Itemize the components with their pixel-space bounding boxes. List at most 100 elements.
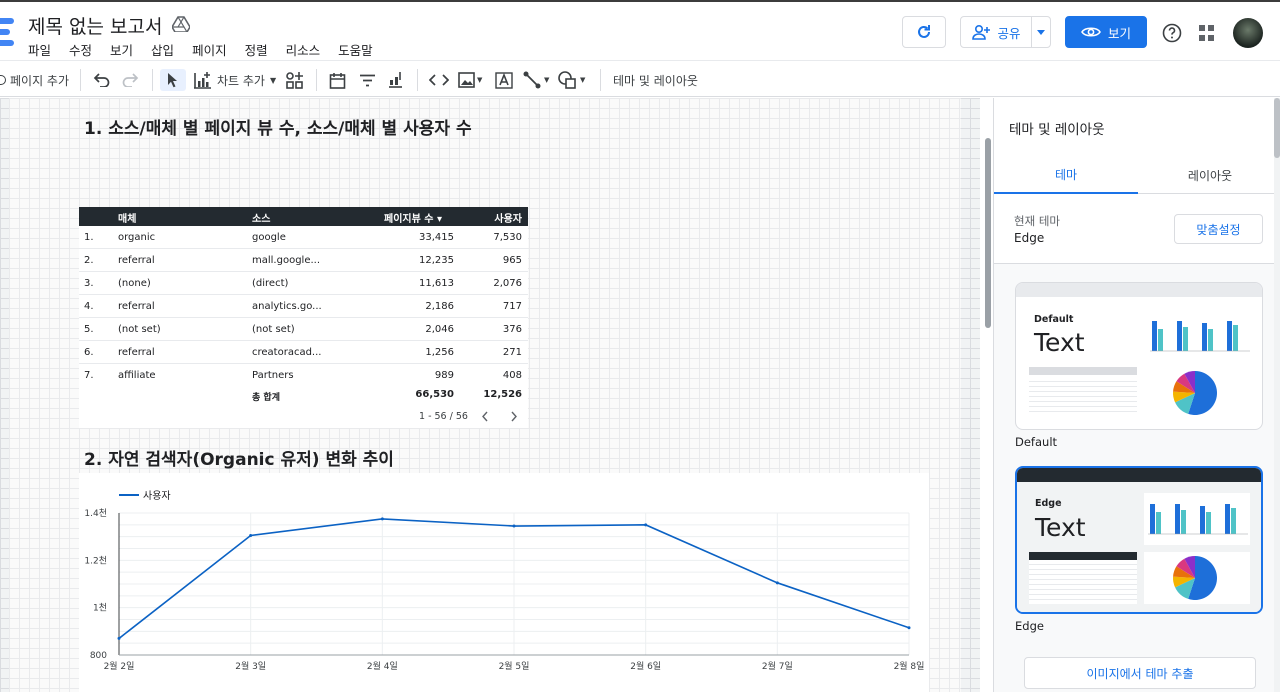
x-tick-label: 2월 6일 <box>630 660 661 672</box>
table-row[interactable]: 3. (none) (direct) 11,613 2,076 <box>79 272 528 295</box>
row-pageviews: 2,186 <box>425 301 454 312</box>
section-2-title[interactable]: 2. 자연 검색자(Organic 유저) 변화 추이 <box>84 445 394 470</box>
row-users: 7,530 <box>493 232 522 243</box>
refresh-button[interactable] <box>902 16 946 48</box>
sample-bar <box>1200 506 1205 534</box>
sample-bar <box>1183 327 1188 351</box>
table-row[interactable]: 4. referral analytics.go... 2,186 717 <box>79 295 528 318</box>
sample-table-rows <box>1029 377 1137 413</box>
menu-edit[interactable]: 수정 <box>69 40 92 59</box>
data-control-button[interactable] <box>387 69 404 91</box>
share-button[interactable]: 공유 <box>960 16 1032 48</box>
row-source: mall.google... <box>252 255 321 266</box>
col-pageviews[interactable]: 페이지뷰 수 ▾ <box>384 210 442 225</box>
data-point[interactable] <box>249 533 253 537</box>
select-tool-button[interactable] <box>160 69 186 91</box>
extract-theme-from-image-button[interactable]: 이미지에서 테마 추출 <box>1024 657 1256 689</box>
col-source[interactable]: 소스 <box>252 210 270 225</box>
add-chart-button[interactable]: 차트 추가 ▼ <box>193 69 276 91</box>
y-tick-label: 1.4천 <box>84 508 107 519</box>
tab-theme[interactable]: 테마 <box>994 156 1138 194</box>
add-control-button[interactable] <box>285 69 304 91</box>
y-tick-label: 1천 <box>93 603 107 614</box>
table-row[interactable]: 7. affiliate Partners 989 408 <box>79 364 528 387</box>
organic-users-line-chart[interactable]: 800 1천 1.2천 1.4천 2월 2일 2월 3일 2월 4일 2월 5일 2월 6일 2월… <box>79 473 929 692</box>
row-source: google <box>252 232 286 243</box>
image-button[interactable]: ▼ <box>458 69 482 91</box>
col-medium[interactable]: 매체 <box>118 210 136 225</box>
add-page-button[interactable]: 페이지 추가 <box>0 69 69 91</box>
date-range-button[interactable] <box>329 69 346 91</box>
sample-bar <box>1227 321 1232 351</box>
theme-sample-text: Text <box>1035 513 1086 542</box>
row-medium: referral <box>118 255 155 266</box>
next-page-icon[interactable] <box>510 411 518 422</box>
data-point[interactable] <box>117 636 121 640</box>
table-row[interactable]: 1. organic google 33,415 7,530 <box>79 226 528 249</box>
sample-bar-chart-icon <box>1150 321 1250 352</box>
theme-card-edge[interactable]: Edge Text <box>1015 466 1263 614</box>
share-dropdown-button[interactable] <box>1031 16 1051 48</box>
panel-scrollbar[interactable] <box>1274 98 1280 692</box>
theme-list: Default Text Default Edge Text Edge <box>994 263 1280 692</box>
x-tick-label: 2월 7일 <box>762 660 793 672</box>
section-1-title[interactable]: 1. 소스/매체 별 페이지 뷰 수, 소스/매체 별 사용자 수 <box>84 114 472 139</box>
embed-url-button[interactable] <box>429 69 449 91</box>
undo-button[interactable] <box>93 69 111 91</box>
table-row[interactable]: 6. referral creatoracad... 1,256 271 <box>79 341 528 364</box>
customize-button[interactable]: 맞춤설정 <box>1174 214 1263 244</box>
row-medium: referral <box>118 347 155 358</box>
drive-icon[interactable] <box>172 16 190 32</box>
add-chart-icon <box>194 72 211 89</box>
sample-pie-chart-icon <box>1173 371 1217 415</box>
sample-bar <box>1152 321 1157 351</box>
y-tick-label: 800 <box>90 651 107 661</box>
text-button[interactable] <box>495 69 513 91</box>
prev-page-icon[interactable] <box>481 411 489 422</box>
source-medium-table[interactable]: 매체 소스 페이지뷰 수 ▾ 사용자 1. organic google 33,415… <box>79 207 528 428</box>
tab-layout[interactable]: 레이아웃 <box>1138 156 1280 194</box>
line-button[interactable]: ▼ <box>523 69 549 91</box>
sample-bar <box>1175 504 1180 534</box>
filter-icon <box>360 74 375 86</box>
sample-bar <box>1208 329 1213 351</box>
theme-card-default[interactable]: Default Text <box>1015 282 1263 430</box>
theme-name-edge: Edge <box>1015 619 1044 633</box>
data-point[interactable] <box>644 523 648 527</box>
data-point[interactable] <box>512 524 516 528</box>
menu-bar: 파일 수정 보기 삽입 페이지 정렬 리소스 도움말 <box>28 40 391 59</box>
row-pageviews: 2,046 <box>425 324 454 335</box>
canvas-scrollbar[interactable] <box>985 138 991 328</box>
menu-page[interactable]: 페이지 <box>192 40 227 59</box>
menu-file[interactable]: 파일 <box>28 40 51 59</box>
data-point[interactable] <box>380 517 384 521</box>
menu-insert[interactable]: 삽입 <box>151 40 174 59</box>
sample-pie-chart-icon <box>1173 556 1217 600</box>
menu-view[interactable]: 보기 <box>110 40 133 59</box>
menu-resources[interactable]: 리소스 <box>286 40 321 59</box>
table-row[interactable]: 5. (not set) (not set) 2,046 376 <box>79 318 528 341</box>
data-point[interactable] <box>775 581 779 585</box>
filter-button[interactable] <box>359 69 376 91</box>
caret-down-icon: ▼ <box>269 75 277 85</box>
controls-icon <box>286 72 303 89</box>
row-number: 7. <box>84 370 94 381</box>
menu-help[interactable]: 도움말 <box>338 40 373 59</box>
col-users[interactable]: 사용자 <box>494 210 522 225</box>
data-point[interactable] <box>907 626 911 630</box>
row-medium: organic <box>118 232 156 243</box>
undo-icon <box>93 73 110 87</box>
avatar[interactable] <box>1233 18 1263 48</box>
menu-arrange[interactable]: 정렬 <box>245 40 268 59</box>
report-title[interactable]: 제목 없는 보고서 <box>28 12 162 39</box>
pagination-label: 1 - 56 / 56 <box>419 411 468 422</box>
row-source: (direct) <box>252 278 289 289</box>
shape-button[interactable]: ▼ <box>558 69 585 91</box>
apps-grid-icon[interactable] <box>1199 25 1215 41</box>
view-button[interactable]: 보기 <box>1065 16 1147 48</box>
table-row[interactable]: 2. referral mall.google... 12,235 965 <box>79 249 528 272</box>
redo-button[interactable] <box>121 69 139 91</box>
help-icon[interactable] <box>1162 23 1182 43</box>
theme-layout-button[interactable]: 테마 및 레이아웃 <box>613 69 698 91</box>
sample-bar <box>1181 510 1186 534</box>
